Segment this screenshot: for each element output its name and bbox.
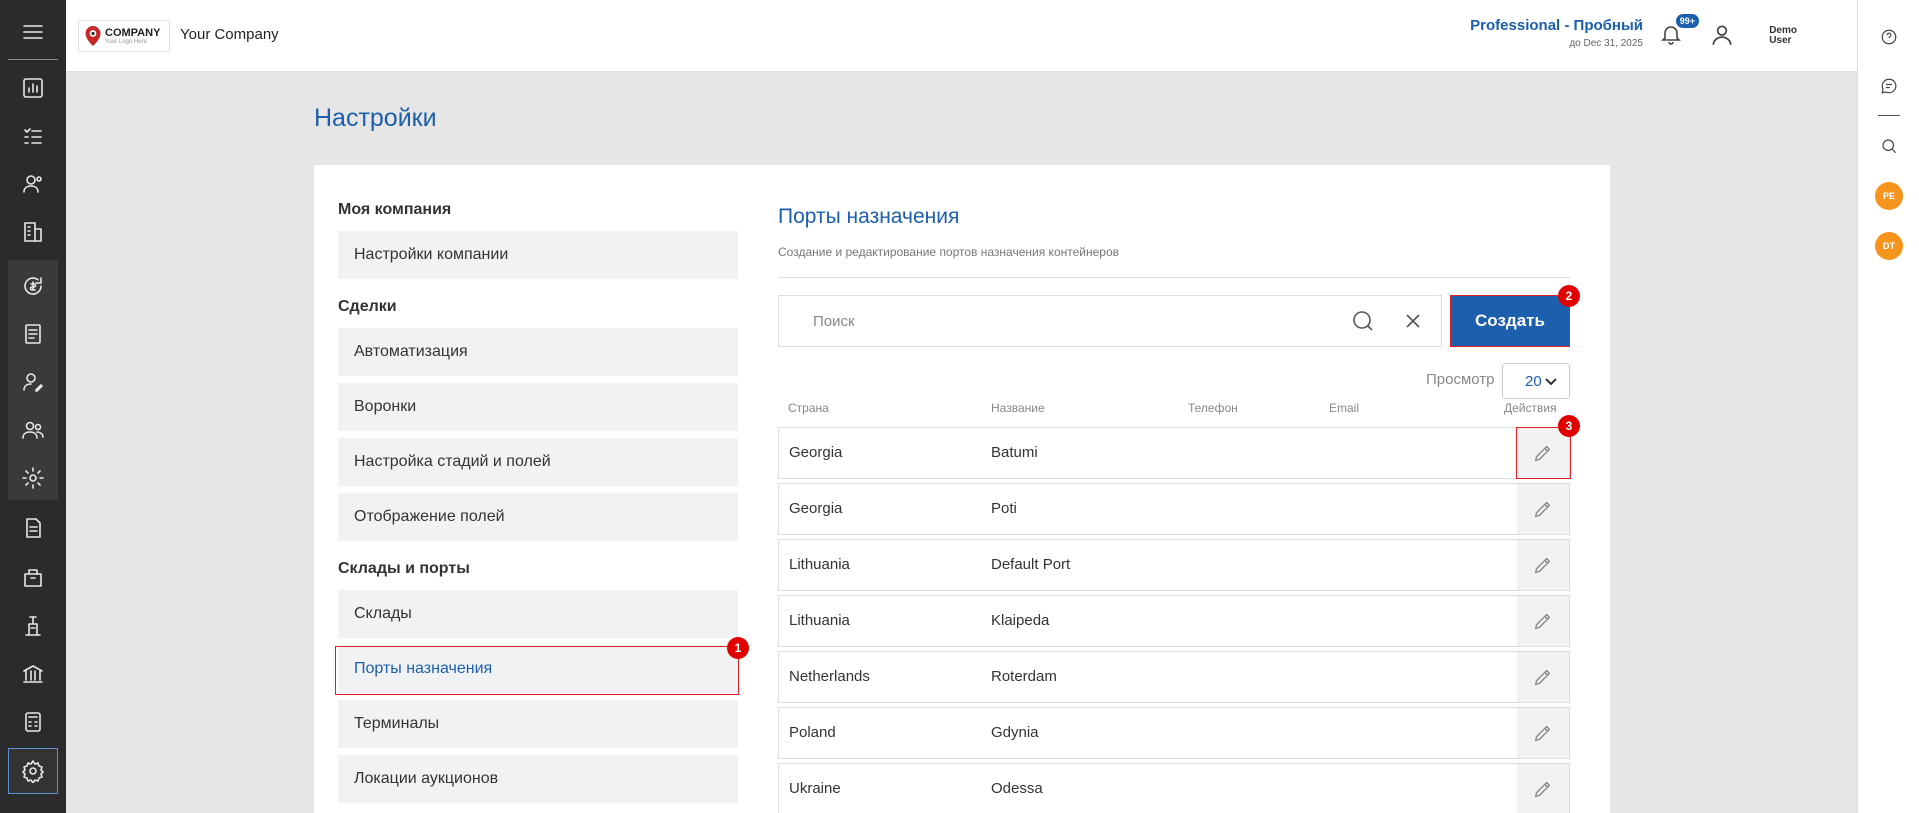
cell-name: Gdynia	[991, 724, 1039, 741]
logo-tagline: Your Logo Here	[105, 38, 147, 45]
column-header-name[interactable]: Название	[991, 401, 1045, 415]
section-title-my-company: Моя компания	[338, 201, 452, 218]
cell-name: Default Port	[991, 556, 1071, 573]
chevron-down-icon	[1545, 378, 1557, 386]
settings-gear-icon[interactable]	[8, 749, 58, 793]
annotation-marker-3: 3	[1558, 415, 1580, 437]
table-row[interactable]: Georgia Poti	[778, 483, 1570, 535]
warehouse-box-icon[interactable]	[8, 556, 58, 600]
table-row[interactable]: Georgia Batumi	[778, 427, 1570, 479]
page-size-label: Просмотр	[1426, 371, 1495, 388]
table-row[interactable]: Lithuania Klaipeda	[778, 595, 1570, 647]
column-header-country[interactable]: Страна	[788, 401, 829, 415]
cell-country: Netherlands	[789, 668, 870, 685]
table-row[interactable]: Lithuania Default Port	[778, 539, 1570, 591]
cell-name: Odessa	[991, 780, 1043, 797]
documents-icon[interactable]	[8, 506, 58, 550]
cell-name: Poti	[991, 500, 1017, 517]
search-icon[interactable]	[1875, 132, 1903, 160]
clear-search-icon[interactable]	[1401, 309, 1427, 335]
plan-expiry: до Dec 31, 2025	[1569, 38, 1643, 49]
menu-item-automation[interactable]: Автоматизация	[338, 328, 738, 376]
annotation-marker-2: 2	[1558, 285, 1580, 307]
logo-text: COMPANY	[105, 26, 161, 39]
help-icon[interactable]	[1875, 23, 1903, 51]
crane-icon[interactable]	[8, 604, 58, 648]
edit-pencil-icon[interactable]	[1517, 652, 1569, 702]
section-title-warehouses-ports: Склады и порты	[338, 560, 470, 577]
panel-subtitle: Создание и редактирование портов назначе…	[778, 245, 1120, 259]
sidebar-divider	[8, 59, 58, 60]
panel-divider	[778, 277, 1570, 278]
edit-pencil-icon[interactable]	[1517, 764, 1569, 813]
logo-pin-icon	[85, 26, 101, 46]
rail-divider	[1878, 115, 1900, 116]
plan-name: Professional - Пробный	[1470, 17, 1643, 34]
page-size-select[interactable]: 20	[1502, 363, 1570, 399]
search-icon[interactable]	[1351, 309, 1377, 335]
section-title-deals: Сделки	[338, 298, 397, 315]
notifications-badge: 99+	[1675, 14, 1699, 28]
company-name: Your Company	[180, 26, 279, 43]
user-edit-icon[interactable]	[8, 360, 58, 404]
companies-building-icon[interactable]	[8, 210, 58, 254]
menu-item-company-settings[interactable]: Настройки компании	[338, 231, 738, 279]
table-row[interactable]: Poland Gdynia	[778, 707, 1570, 759]
hamburger-menu-icon[interactable]	[8, 10, 58, 54]
menu-item-stages-fields[interactable]: Настройка стадий и полей	[338, 438, 738, 486]
highlight-box-2	[1450, 295, 1570, 347]
contacts-icon[interactable]	[8, 162, 58, 206]
cell-country: Lithuania	[789, 556, 850, 573]
cell-name: Batumi	[991, 444, 1038, 461]
menu-item-terminals[interactable]: Терминалы	[338, 700, 738, 748]
column-header-email[interactable]: Email	[1329, 401, 1359, 415]
settings-card: Моя компания Настройки компании Сделки А…	[314, 165, 1610, 813]
menu-item-field-display[interactable]: Отображение полей	[338, 493, 738, 541]
cell-name: Roterdam	[991, 668, 1057, 685]
cell-country: Georgia	[789, 444, 843, 461]
table-row[interactable]: Netherlands Roterdam	[778, 651, 1570, 703]
search-input[interactable]	[779, 296, 1339, 346]
tasks-list-icon[interactable]	[8, 114, 58, 158]
right-rail: PE DT	[1857, 0, 1919, 813]
column-header-phone[interactable]: Телефон	[1188, 401, 1238, 415]
cell-name: Klaipeda	[991, 612, 1050, 629]
team-icon[interactable]	[8, 408, 58, 452]
company-logo[interactable]: COMPANY Your Logo Here	[78, 20, 170, 52]
edit-pencil-icon[interactable]	[1517, 540, 1569, 590]
cell-country: Poland	[789, 724, 836, 741]
invoices-icon[interactable]	[8, 312, 58, 356]
menu-item-auction-locations[interactable]: Локации аукционов	[338, 755, 738, 803]
auction-bank-icon[interactable]	[8, 652, 58, 696]
cell-country: Georgia	[789, 500, 843, 517]
chat-icon[interactable]	[1875, 72, 1903, 100]
cell-country: Ukraine	[789, 780, 841, 797]
edit-pencil-icon[interactable]	[1517, 484, 1569, 534]
calculator-icon[interactable]	[8, 700, 58, 744]
user-avatar-icon[interactable]	[1709, 22, 1737, 50]
avatar-dt[interactable]: DT	[1875, 232, 1903, 260]
table-row[interactable]: Ukraine Odessa	[778, 763, 1570, 813]
cell-country: Lithuania	[789, 612, 850, 629]
left-sidebar	[0, 0, 66, 813]
top-header: COMPANY Your Logo Here Your Company Prof…	[66, 0, 1857, 72]
finance-cycle-icon[interactable]	[8, 264, 58, 308]
panel-title: Порты назначения	[778, 205, 960, 228]
menu-item-warehouses[interactable]: Склады	[338, 590, 738, 638]
menu-item-funnels[interactable]: Воронки	[338, 383, 738, 431]
user-settings-icon[interactable]	[8, 456, 58, 500]
page-size-value: 20	[1525, 372, 1542, 390]
edit-pencil-icon[interactable]	[1517, 596, 1569, 646]
column-header-actions: Действия	[1504, 401, 1557, 415]
dashboard-chart-icon[interactable]	[8, 66, 58, 110]
highlight-box-1	[335, 646, 739, 695]
avatar-pe[interactable]: PE	[1875, 182, 1903, 210]
plan-info[interactable]: Professional - Пробный до Dec 31, 2025	[1470, 17, 1643, 49]
search-box	[778, 295, 1442, 347]
page-title: Настройки	[314, 104, 437, 132]
user-name[interactable]: Demo User	[1769, 26, 1797, 46]
annotation-marker-1: 1	[727, 637, 749, 659]
edit-pencil-icon[interactable]	[1517, 708, 1569, 758]
